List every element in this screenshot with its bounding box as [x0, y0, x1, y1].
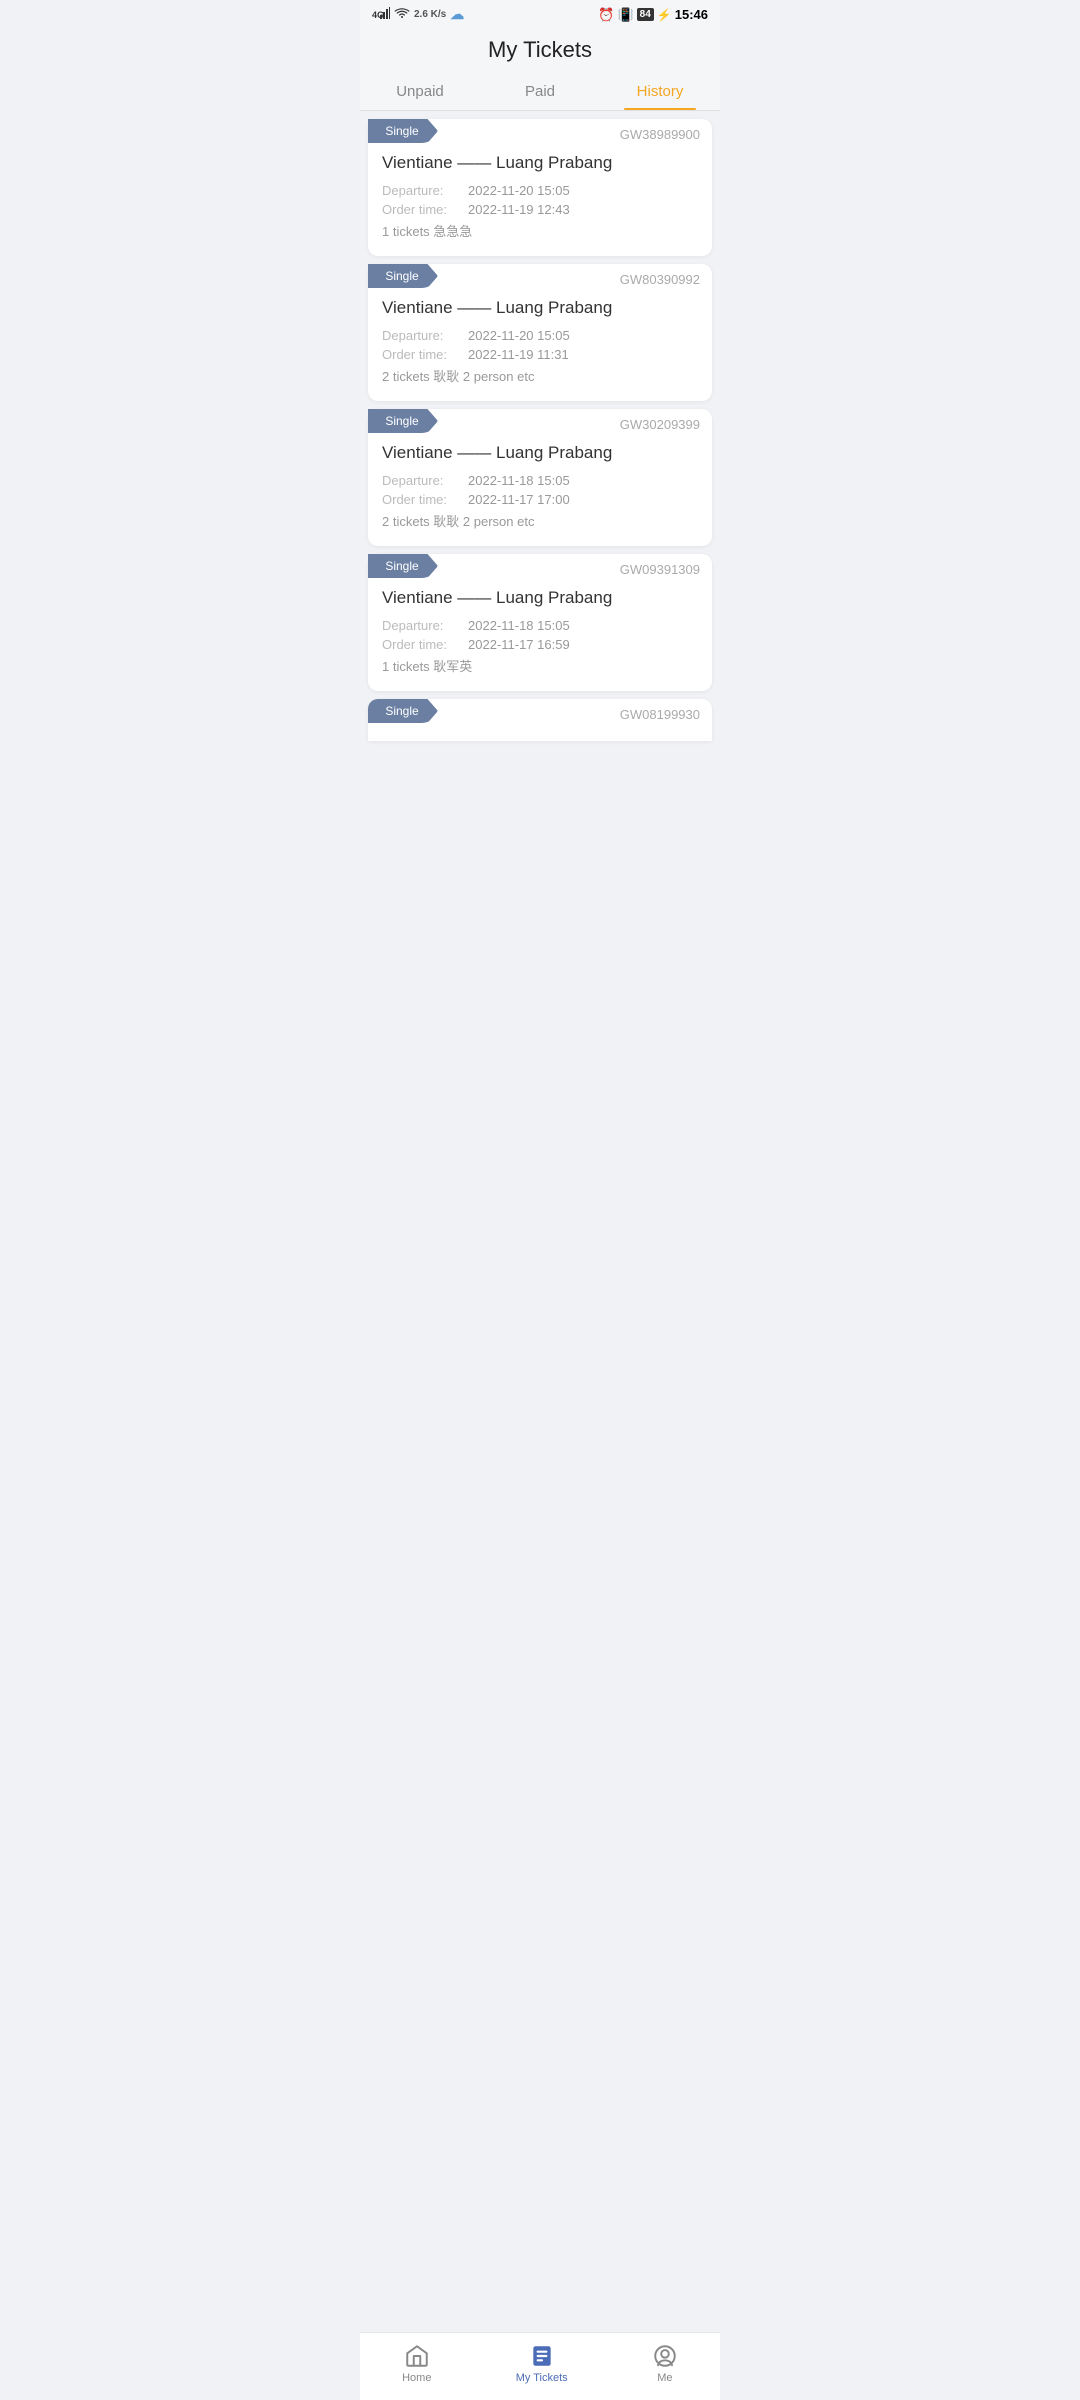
tab-unpaid[interactable]: Unpaid — [360, 71, 480, 110]
route-text: Vientiane —— Luang Prabang — [368, 588, 712, 608]
ticket-type-badge: Single — [368, 264, 438, 288]
tickets-row: 1 tickets 耿军英 — [368, 654, 712, 677]
speed-text: 2.6 K/s — [414, 9, 446, 20]
card-header: Single GW08199930 — [368, 699, 712, 723]
tickets-row: 2 tickets 耿耿 2 person etc — [368, 509, 712, 532]
order-id: GW38989900 — [620, 119, 700, 142]
alarm-icon: ⏰ — [598, 7, 614, 23]
ticket-card-partial[interactable]: Single GW08199930 — [368, 699, 712, 741]
departure-value: 2022-11-18 15:05 — [468, 473, 570, 488]
route-text: Vientiane —— Luang Prabang — [368, 298, 712, 318]
ordertime-value: 2022-11-17 16:59 — [468, 637, 570, 652]
nav-mytickets[interactable]: My Tickets — [516, 2343, 568, 2384]
ticket-type-badge: Single — [368, 699, 438, 723]
nav-mytickets-label: My Tickets — [516, 2372, 568, 2384]
ticket-type-badge: Single — [368, 119, 438, 143]
card-header: Single GW80390992 — [368, 264, 712, 288]
departure-row: Departure: 2022-11-18 15:05 — [368, 616, 712, 635]
clock-display: 15:46 — [675, 7, 708, 22]
departure-row: Departure: 2022-11-20 15:05 — [368, 326, 712, 345]
order-id: GW80390992 — [620, 264, 700, 287]
tickets-info: 2 tickets 耿耿 2 person etc — [382, 366, 534, 385]
status-left: 4G 2.6 K/s ☁ — [372, 6, 464, 23]
tickets-info: 1 tickets 耿军英 — [382, 656, 472, 675]
route-text: Vientiane —— Luang Prabang — [368, 153, 712, 173]
departure-row: Departure: 2022-11-20 15:05 — [368, 181, 712, 200]
tickets-row: 1 tickets 急急急 — [368, 219, 712, 242]
departure-value: 2022-11-18 15:05 — [468, 618, 570, 633]
departure-row: Departure: 2022-11-18 15:05 — [368, 471, 712, 490]
order-id: GW09391309 — [620, 554, 700, 577]
home-icon — [404, 2343, 430, 2369]
tickets-info: 2 tickets 耿耿 2 person etc — [382, 511, 534, 530]
ticket-type-badge: Single — [368, 554, 438, 578]
ordertime-row: Order time: 2022-11-17 16:59 — [368, 635, 712, 654]
page-title: My Tickets — [360, 27, 720, 71]
ordertime-value: 2022-11-19 11:31 — [468, 347, 569, 362]
ordertime-row: Order time: 2022-11-19 12:43 — [368, 200, 712, 219]
nav-home[interactable]: Home — [402, 2343, 431, 2384]
tickets-info: 1 tickets 急急急 — [382, 221, 472, 240]
bolt-icon: ⚡ — [657, 8, 672, 22]
order-id: GW30209399 — [620, 409, 700, 432]
card-header: Single GW38989900 — [368, 119, 712, 143]
ticket-card[interactable]: Single GW30209399 Vientiane —— Luang Pra… — [368, 409, 712, 546]
departure-value: 2022-11-20 15:05 — [468, 183, 570, 198]
nav-home-label: Home — [402, 2372, 431, 2384]
vibrate-icon: 📳 — [617, 7, 633, 23]
ticket-card[interactable]: Single GW80390992 Vientiane —— Luang Pra… — [368, 264, 712, 401]
bottom-navigation: Home My Tickets Me — [360, 2332, 720, 2400]
tab-bar: Unpaid Paid History — [360, 71, 720, 111]
order-id: GW08199930 — [620, 699, 700, 722]
tickets-list: Single GW38989900 Vientiane —— Luang Pra… — [360, 119, 720, 821]
departure-value: 2022-11-20 15:05 — [468, 328, 570, 343]
tab-paid[interactable]: Paid — [480, 71, 600, 110]
me-icon — [652, 2343, 678, 2369]
route-text: Vientiane —— Luang Prabang — [368, 443, 712, 463]
ticket-type-badge: Single — [368, 409, 438, 433]
battery-indicator: 84 — [637, 8, 654, 21]
signal-icon: 4G — [372, 7, 390, 23]
card-header: Single GW09391309 — [368, 554, 712, 578]
ordertime-row: Order time: 2022-11-17 17:00 — [368, 490, 712, 509]
cloud-icon: ☁ — [450, 6, 464, 23]
ticket-card[interactable]: Single GW38989900 Vientiane —— Luang Pra… — [368, 119, 712, 256]
nav-me-label: Me — [657, 2372, 672, 2384]
status-right: ⏰ 📳 84 ⚡ 15:46 — [598, 7, 708, 23]
wifi-icon — [394, 7, 410, 22]
tickets-row: 2 tickets 耿耿 2 person etc — [368, 364, 712, 387]
svg-text:4G: 4G — [372, 10, 384, 20]
nav-me[interactable]: Me — [652, 2343, 678, 2384]
ordertime-row: Order time: 2022-11-19 11:31 — [368, 345, 712, 364]
status-bar: 4G 2.6 K/s ☁ ⏰ 📳 84 ⚡ 15:46 — [360, 0, 720, 27]
card-header: Single GW30209399 — [368, 409, 712, 433]
ordertime-value: 2022-11-19 12:43 — [468, 202, 570, 217]
ordertime-value: 2022-11-17 17:00 — [468, 492, 570, 507]
tab-history[interactable]: History — [600, 71, 720, 110]
mytickets-icon — [529, 2343, 555, 2369]
ticket-card[interactable]: Single GW09391309 Vientiane —— Luang Pra… — [368, 554, 712, 691]
